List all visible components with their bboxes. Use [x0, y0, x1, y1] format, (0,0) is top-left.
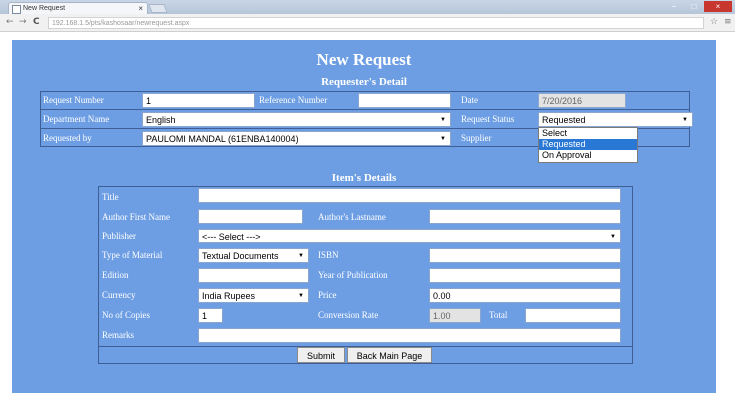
author-first-name-input[interactable]	[198, 209, 303, 224]
back-main-page-button[interactable]: Back Main Page	[347, 347, 432, 363]
request-status-label: Request Status	[461, 114, 515, 124]
publisher-label: Publisher	[102, 231, 137, 241]
chevron-down-icon: ▼	[440, 117, 446, 123]
conversion-rate-input: 1.00	[429, 308, 481, 323]
browser-tab[interactable]: New Request ×	[8, 2, 148, 14]
chevron-down-icon: ▼	[298, 253, 304, 259]
type-of-material-selected-value: Textual Documents	[202, 251, 279, 261]
requested-by-label: Requested by	[43, 133, 92, 143]
page-title: New Request	[316, 50, 412, 69]
chevron-down-icon: ▼	[682, 117, 688, 123]
type-of-material-select[interactable]: Textual Documents ▼	[198, 248, 309, 263]
title-input[interactable]	[198, 188, 621, 203]
url-input[interactable]: 192.168.1.5/pts/kashosaar/newrequest.asp…	[48, 17, 704, 29]
year-of-publication-input[interactable]	[429, 268, 621, 283]
date-label: Date	[461, 95, 478, 105]
price-input[interactable]: 0.00	[429, 288, 621, 303]
items-heading: Item's Details	[331, 172, 397, 184]
conversion-rate-label: Conversion Rate	[318, 310, 379, 320]
author-first-name-label: Author First Name	[102, 212, 170, 222]
currency-selected-value: India Rupees	[202, 291, 256, 301]
isbn-label: ISBN	[318, 250, 339, 260]
isbn-input[interactable]	[429, 248, 621, 263]
new-tab-button[interactable]	[148, 4, 168, 13]
author-lastname-input[interactable]	[429, 209, 621, 224]
title-label: Title	[102, 192, 119, 202]
status-option-select[interactable]: Select	[539, 128, 637, 139]
currency-label: Currency	[102, 290, 136, 300]
divider	[40, 109, 690, 110]
request-number-label: Request Number	[43, 95, 104, 105]
reference-number-label: Reference Number	[259, 95, 328, 105]
tab-close-icon[interactable]: ×	[138, 3, 143, 14]
requested-by-selected-value: PAULOMI MANDAL (61ENBA140004)	[146, 134, 299, 144]
minimize-button[interactable]: −	[664, 1, 684, 12]
chevron-down-icon: ▼	[610, 234, 616, 240]
edition-input[interactable]	[198, 268, 309, 283]
department-selected-value: English	[146, 115, 176, 125]
total-input[interactable]	[525, 308, 621, 323]
publisher-selected-value: <--- Select --->	[202, 232, 261, 242]
close-window-button[interactable]: ×	[704, 1, 732, 12]
maximize-button[interactable]: □	[684, 1, 704, 12]
request-status-selected-value: Requested	[542, 115, 586, 125]
forward-arrow-icon[interactable]: →	[19, 17, 27, 27]
year-of-publication-label: Year of Publication	[318, 270, 388, 280]
request-form-panel: New Request Requester's Detail Request N…	[12, 40, 716, 393]
submit-button[interactable]: Submit	[297, 347, 345, 363]
reference-number-input[interactable]	[358, 93, 451, 108]
requester-heading: Requester's Detail	[321, 76, 407, 88]
department-select[interactable]: English ▼	[142, 112, 451, 127]
date-input: 7/20/2016	[538, 93, 626, 108]
author-lastname-label: Author's Lastname	[318, 212, 386, 222]
edition-label: Edition	[102, 270, 129, 280]
request-number-input[interactable]: 1	[142, 93, 255, 108]
publisher-select[interactable]: <--- Select ---> ▼	[198, 229, 621, 243]
price-label: Price	[318, 290, 337, 300]
no-of-copies-label: No of Copies	[102, 310, 150, 320]
requested-by-select[interactable]: PAULOMI MANDAL (61ENBA140004) ▼	[142, 131, 451, 146]
total-label: Total	[489, 310, 508, 320]
reload-icon[interactable]: C	[33, 17, 40, 27]
bookmark-star-icon[interactable]: ☆	[710, 17, 718, 27]
chevron-down-icon: ▼	[440, 136, 446, 142]
browser-menu-icon[interactable]: ≡	[724, 17, 732, 27]
page-favicon-icon	[12, 5, 21, 14]
status-option-on-approval[interactable]: On Approval	[539, 150, 637, 161]
chevron-down-icon: ▼	[298, 293, 304, 299]
remarks-label: Remarks	[102, 330, 134, 340]
back-arrow-icon[interactable]: ←	[6, 17, 14, 27]
tab-title: New Request	[23, 5, 66, 12]
supplier-label: Supplier	[461, 133, 492, 143]
status-option-requested[interactable]: Requested	[539, 139, 637, 150]
request-status-select[interactable]: Requested ▼	[538, 112, 693, 127]
request-status-dropdown-list: Select Requested On Approval	[538, 127, 638, 163]
currency-select[interactable]: India Rupees ▼	[198, 288, 309, 303]
remarks-input[interactable]	[198, 328, 621, 343]
department-name-label: Department Name	[43, 114, 110, 124]
type-of-material-label: Type of Material	[102, 250, 163, 260]
no-of-copies-input[interactable]: 1	[198, 308, 223, 323]
